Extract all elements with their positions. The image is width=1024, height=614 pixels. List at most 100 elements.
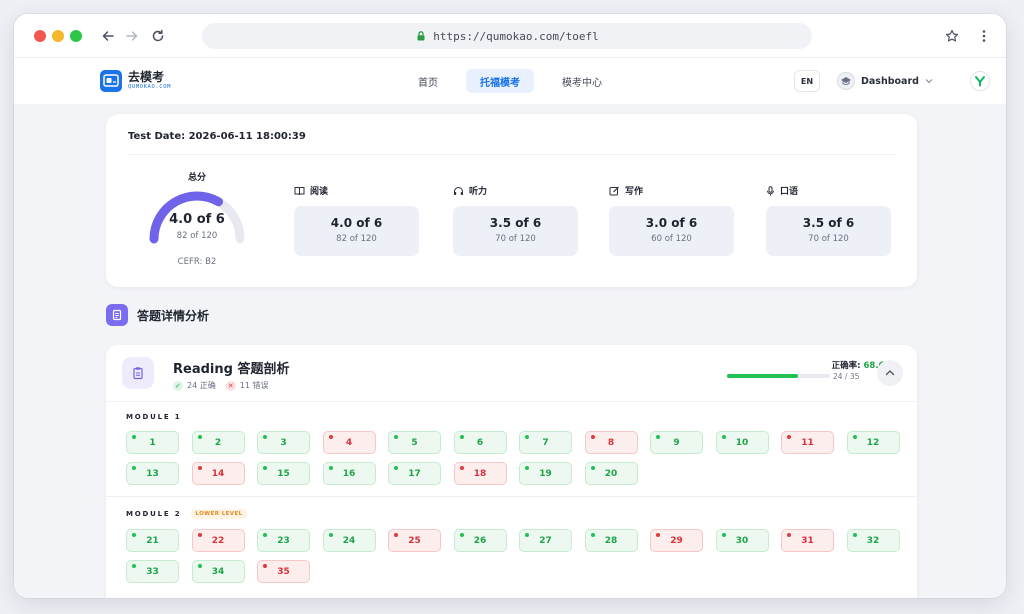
question-chip-21[interactable]: 21 [126,529,179,552]
clipboard-icon [122,357,154,389]
correct-marker [263,533,267,537]
close-window-button[interactable] [34,30,46,42]
wrong-count: ✕ 11 错误 [225,380,268,391]
question-chip-6[interactable]: 6 [453,431,507,454]
address-bar[interactable]: https://qumokao.com/toefl [202,23,812,49]
question-chip-26[interactable]: 26 [453,529,507,552]
wrong-marker [394,533,398,537]
question-chip-27[interactable]: 27 [519,529,572,552]
question-chip-35[interactable]: 35 [257,560,310,583]
question-chip-30[interactable]: 30 [715,529,769,552]
module-2-label: MODULE 2 LOWER LEVEL [126,509,247,519]
check-icon: ✓ [173,380,183,391]
back-arrow-icon[interactable] [98,26,118,46]
forward-arrow-icon[interactable] [122,26,142,46]
question-number: 12 [866,437,880,448]
question-chip-8[interactable]: 8 [584,431,638,454]
total-score-label: 总分 [188,173,207,183]
question-number: 20 [604,468,618,479]
section-writing-header: 写作 [609,184,643,197]
nav-toefl-mock[interactable]: 托福模考 [466,69,534,93]
language-toggle[interactable]: EN [794,70,820,92]
url-text: https://qumokao.com/toefl [433,29,599,43]
collapse-button[interactable] [877,360,903,386]
edit-icon [609,186,619,195]
wrong-marker [656,533,660,537]
score-summary-card: Test Date: 2026-06-11 18:00:39 总分 4.0 of… [106,114,917,287]
more-menu-icon[interactable] [974,26,994,46]
bookmark-star-icon[interactable] [942,26,962,46]
question-chip-4[interactable]: 4 [322,431,376,454]
question-chip-1[interactable]: 1 [126,431,179,454]
question-chip-7[interactable]: 7 [519,431,572,454]
question-number: 7 [542,437,549,448]
question-chip-34[interactable]: 34 [191,560,245,583]
browser-window: https://qumokao.com/toefl 去模考 QUMOKAO.CO… [14,14,1006,598]
section-reading-raw: 82 of 120 [336,234,377,244]
question-number: 3 [280,437,287,448]
question-chip-29[interactable]: 29 [650,529,703,552]
question-number: 15 [277,468,290,479]
question-chip-11[interactable]: 11 [781,431,834,454]
question-chip-2[interactable]: 2 [191,431,245,454]
question-chip-19[interactable]: 19 [519,462,572,485]
extension-y-icon[interactable] [970,71,990,91]
question-chip-22[interactable]: 22 [191,529,245,552]
question-chip-14[interactable]: 14 [191,462,245,485]
question-number: 33 [146,566,159,577]
question-chip-3[interactable]: 3 [257,431,310,454]
question-number: 35 [277,566,290,577]
total-score-raw: 82 of 120 [176,231,218,241]
question-chip-17[interactable]: 17 [388,462,441,485]
question-chip-33[interactable]: 33 [126,560,179,583]
question-chip-16[interactable]: 16 [322,462,376,485]
question-number: 32 [866,535,880,546]
correct-marker [263,435,267,439]
reload-icon[interactable] [148,26,168,46]
question-chip-20[interactable]: 20 [584,462,638,485]
correct-marker [328,533,333,537]
question-chip-23[interactable]: 23 [257,529,310,552]
avatar-icon [837,72,855,90]
reading-analysis-title: Reading 答题剖析 [173,362,290,377]
module-1-title: MODULE 1 [126,413,182,421]
question-chip-28[interactable]: 28 [584,529,638,552]
question-chip-32[interactable]: 32 [846,529,900,552]
correct-marker [459,435,464,439]
question-chip-10[interactable]: 10 [715,431,769,454]
question-chip-5[interactable]: 5 [388,431,441,454]
question-number: 25 [408,535,421,546]
question-number: 24 [342,535,356,546]
correct-marker [590,466,595,470]
correct-marker [394,466,398,470]
headphones-icon [454,186,463,195]
lock-icon [415,30,427,42]
correct-marker [721,435,726,439]
question-number: 23 [277,535,290,546]
question-chip-24[interactable]: 24 [322,529,376,552]
reading-stats: ✓ 24 正确 ✕ 11 错误 [173,380,278,391]
minimize-window-button[interactable] [52,30,64,42]
question-chip-18[interactable]: 18 [453,462,507,485]
accuracy-count: 24 / 35 [833,372,860,381]
analysis-heading: 答题详情分析 [106,304,209,326]
correct-marker [525,466,529,470]
question-chip-15[interactable]: 15 [257,462,310,485]
question-chip-9[interactable]: 9 [650,431,703,454]
nav-mock-center[interactable]: 模考中心 [548,69,616,93]
question-number: 6 [476,437,484,448]
question-number: 16 [342,468,356,479]
dashboard-menu[interactable]: Dashboard [837,70,933,92]
maximize-window-button[interactable] [70,30,82,42]
question-chip-13[interactable]: 13 [126,462,179,485]
question-chip-12[interactable]: 12 [846,431,900,454]
correct-marker [197,564,202,568]
question-number: 1 [149,437,156,448]
question-chip-25[interactable]: 25 [388,529,441,552]
question-chip-31[interactable]: 31 [781,529,834,552]
site-header: 去模考 QUMOKAO.COM 首页 托福模考 模考中心 EN Dashboar… [14,58,1006,104]
test-date: Test Date: 2026-06-11 18:00:39 [128,131,306,142]
cefr-level: CEFR: B2 [177,257,217,267]
site-logo[interactable]: 去模考 QUMOKAO.COM [100,70,171,92]
nav-home[interactable]: 首页 [404,69,452,93]
